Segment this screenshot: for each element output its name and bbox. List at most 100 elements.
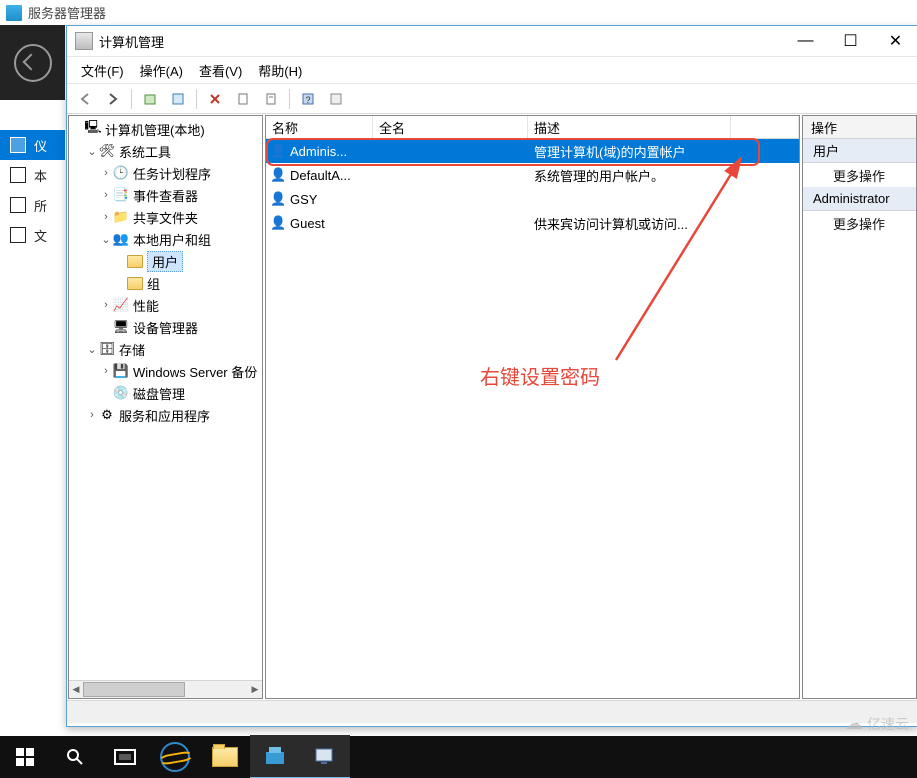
share-icon: 📁 bbox=[113, 209, 129, 225]
toolbar-sep bbox=[131, 89, 132, 109]
col-fullname[interactable]: 全名 bbox=[373, 116, 528, 138]
back-icon[interactable] bbox=[73, 87, 97, 111]
event-icon: 📑 bbox=[113, 187, 129, 203]
tree-tasksched[interactable]: ›🕒任务计划程序 bbox=[69, 162, 263, 184]
actions-pane: 操作 用户 更多操作 Administrator 更多操作 bbox=[802, 115, 917, 699]
server-manager-nav: 仪 本 所 文 bbox=[0, 130, 65, 250]
tree-storage[interactable]: ⌄🗄存储 bbox=[69, 338, 263, 360]
ie-icon bbox=[160, 742, 190, 772]
taskbar[interactable] bbox=[0, 736, 917, 778]
tree-pane[interactable]: 🖳计算机管理(本地) ⌄🛠系统工具 ›🕒任务计划程序 ›📑事件查看器 ›📁共享文… bbox=[68, 115, 263, 699]
clock-icon: 🕒 bbox=[113, 165, 129, 181]
menu-view[interactable]: 查看(V) bbox=[193, 58, 248, 83]
disk-icon: 💿 bbox=[113, 385, 129, 401]
actions-group-administrator[interactable]: Administrator bbox=[803, 187, 916, 211]
server-manager-title: 服务器管理器 bbox=[28, 3, 106, 22]
server-manager-icon bbox=[6, 5, 22, 21]
cm-titlebar[interactable]: 计算机管理 — ☐ ✕ bbox=[67, 26, 917, 57]
actions-group-users[interactable]: 用户 bbox=[803, 139, 916, 163]
computer-icon: 🖳 bbox=[85, 121, 101, 137]
scroll-thumb[interactable] bbox=[83, 682, 185, 697]
tree-eventviewer[interactable]: ›📑事件查看器 bbox=[69, 184, 263, 206]
user-icon: 👤 bbox=[270, 143, 286, 159]
user-row-guest[interactable]: 👤 Guest 供来宾访问计算机或访问... bbox=[266, 211, 799, 235]
cm-statusbar bbox=[67, 700, 917, 723]
svg-text:?: ? bbox=[305, 95, 310, 105]
tree-performance[interactable]: ›📈性能 bbox=[69, 294, 263, 316]
watermark: ☁ 亿速云 bbox=[845, 713, 909, 734]
user-row-administrator[interactable]: 👤 Adminis... 管理计算机(域)的内置帐户 bbox=[266, 139, 799, 163]
scroll-right-icon[interactable]: ▶ bbox=[248, 681, 262, 698]
doc1-icon[interactable] bbox=[231, 87, 255, 111]
taskbar-servermanager[interactable] bbox=[250, 735, 300, 778]
tree-systools[interactable]: ⌄🛠系统工具 bbox=[69, 140, 263, 162]
user-row-defaultaccount[interactable]: 👤 DefaultA... 系统管理的用户帐户。 bbox=[266, 163, 799, 187]
users-icon: 👥 bbox=[113, 231, 129, 247]
minimize-button[interactable]: — bbox=[783, 26, 828, 56]
server-manager-titlebar: 服务器管理器 bbox=[0, 0, 917, 26]
scroll-left-icon[interactable]: ◀ bbox=[69, 681, 83, 698]
cm-menubar: 文件(F) 操作(A) 查看(V) 帮助(H) bbox=[67, 57, 917, 84]
user-icon: 👤 bbox=[270, 191, 286, 207]
properties-icon[interactable] bbox=[166, 87, 190, 111]
nav-local[interactable]: 本 bbox=[0, 160, 65, 190]
tree-diskmgmt[interactable]: 💿磁盘管理 bbox=[69, 382, 263, 404]
taskbar-taskview[interactable] bbox=[100, 736, 150, 778]
tree-devmgr[interactable]: 🖥设备管理器 bbox=[69, 316, 263, 338]
tree-sharedfolders[interactable]: ›📁共享文件夹 bbox=[69, 206, 263, 228]
server-manager-icon bbox=[263, 744, 287, 768]
refresh-icon[interactable] bbox=[324, 87, 348, 111]
maximize-button[interactable]: ☐ bbox=[828, 26, 873, 56]
user-disabled-icon: 👤 bbox=[270, 167, 286, 183]
cm-body: 🖳计算机管理(本地) ⌄🛠系统工具 ›🕒任务计划程序 ›📑事件查看器 ›📁共享文… bbox=[67, 114, 917, 700]
tree-wsb[interactable]: ›💾Windows Server 备份 bbox=[69, 360, 263, 382]
folder-icon bbox=[127, 253, 143, 269]
user-row-gsy[interactable]: 👤 GSY bbox=[266, 187, 799, 211]
taskbar-explorer[interactable] bbox=[200, 736, 250, 778]
user-disabled-icon: 👤 bbox=[270, 215, 286, 231]
list-header: 名称 全名 描述 bbox=[266, 116, 799, 139]
tools-icon: 🛠 bbox=[99, 143, 115, 159]
taskview-icon bbox=[114, 748, 136, 766]
tree-localusers[interactable]: ⌄👥本地用户和组 bbox=[69, 228, 263, 250]
menu-action[interactable]: 操作(A) bbox=[134, 58, 189, 83]
col-desc[interactable]: 描述 bbox=[528, 116, 731, 138]
nav-file[interactable]: 文 bbox=[0, 220, 65, 250]
menu-file[interactable]: 文件(F) bbox=[75, 58, 130, 83]
menu-help[interactable]: 帮助(H) bbox=[252, 58, 308, 83]
tree-root[interactable]: 🖳计算机管理(本地) bbox=[69, 118, 263, 140]
tree-users[interactable]: 用户 bbox=[69, 250, 263, 272]
forward-icon[interactable] bbox=[101, 87, 125, 111]
actions-header: 操作 bbox=[803, 116, 916, 139]
taskbar-compmgmt[interactable] bbox=[300, 735, 350, 778]
tree-hscrollbar[interactable]: ◀ ▶ bbox=[69, 680, 262, 698]
nav-all[interactable]: 所 bbox=[0, 190, 65, 220]
col-name[interactable]: 名称 bbox=[266, 116, 373, 138]
cloud-icon: ☁ bbox=[845, 713, 863, 734]
taskbar-ie[interactable] bbox=[150, 736, 200, 778]
device-icon: 🖥 bbox=[113, 319, 129, 335]
taskbar-search[interactable] bbox=[50, 736, 100, 778]
delete-icon[interactable] bbox=[203, 87, 227, 111]
cm-app-icon bbox=[75, 32, 93, 50]
list-pane[interactable]: 名称 全名 描述 👤 Adminis... 管理计算机(域)的内置帐户 👤 De… bbox=[265, 115, 800, 699]
tree-services[interactable]: ›⚙服务和应用程序 bbox=[69, 404, 263, 426]
up-icon[interactable] bbox=[138, 87, 162, 111]
cm-title: 计算机管理 bbox=[99, 32, 783, 51]
backup-icon: 💾 bbox=[113, 363, 129, 379]
help-icon[interactable]: ? bbox=[296, 87, 320, 111]
search-icon bbox=[65, 747, 85, 767]
actions-more-1[interactable]: 更多操作 bbox=[803, 163, 916, 187]
actions-more-2[interactable]: 更多操作 bbox=[803, 211, 916, 235]
storage-icon: 🗄 bbox=[99, 341, 115, 357]
doc2-icon[interactable] bbox=[259, 87, 283, 111]
folder-icon bbox=[212, 747, 238, 767]
compmgmt-icon bbox=[313, 744, 337, 768]
col-spare[interactable] bbox=[731, 116, 799, 138]
folder-icon bbox=[127, 275, 143, 291]
close-button[interactable]: ✕ bbox=[873, 26, 917, 56]
back-button[interactable] bbox=[0, 25, 65, 100]
nav-dashboard[interactable]: 仪 bbox=[0, 130, 65, 160]
start-button[interactable] bbox=[0, 736, 50, 778]
tree-groups[interactable]: 组 bbox=[69, 272, 263, 294]
